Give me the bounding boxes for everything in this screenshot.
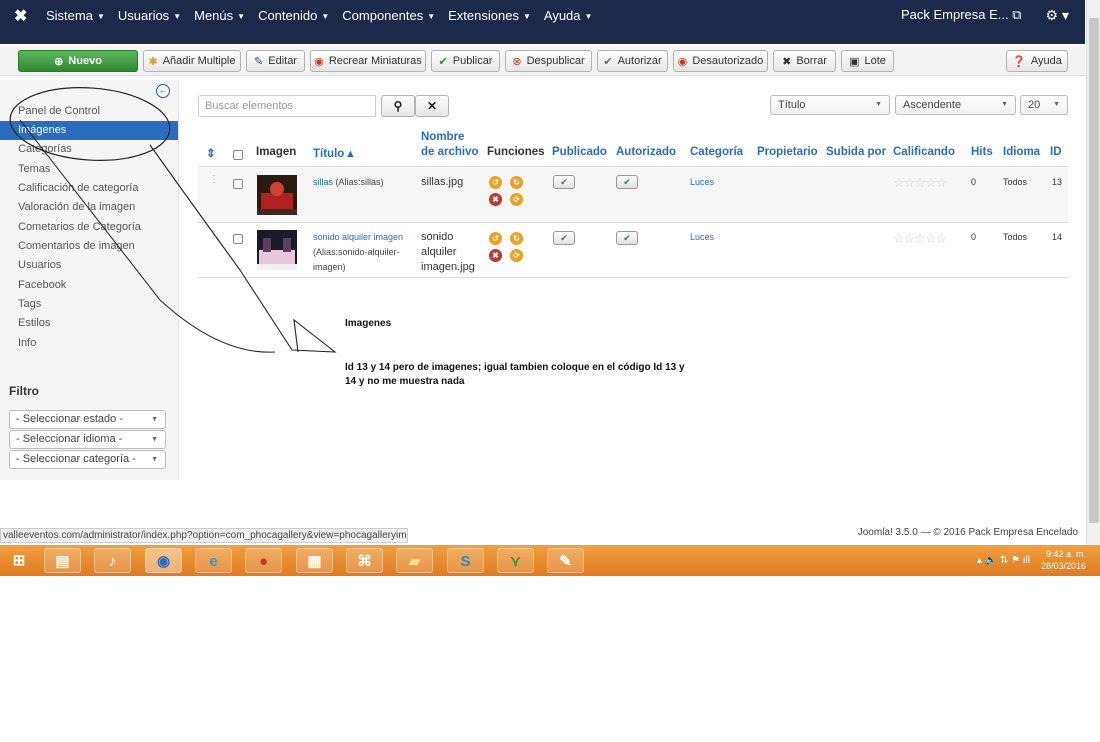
- file-explorer-icon[interactable]: ▤: [44, 548, 81, 573]
- start-button[interactable]: ⊞: [4, 548, 34, 573]
- internet-explorer-icon[interactable]: e: [195, 548, 232, 573]
- paint-icon[interactable]: ✎: [547, 548, 584, 573]
- annotation-title: Imagenes: [345, 318, 392, 329]
- page-scrollbar[interactable]: [1086, 0, 1100, 545]
- network-app-icon[interactable]: ⌘: [346, 548, 383, 573]
- browser-status-url: valleeventos.com/administrator/index.php…: [0, 528, 408, 543]
- system-clock[interactable]: 9:42 a. m. 28/03/2016: [1041, 548, 1086, 572]
- footer-copyright: Joomla! 3.5.0 — © 2016 Pack Empresa Ence…: [857, 527, 1078, 538]
- firefox-icon[interactable]: ●: [245, 548, 282, 573]
- folder-app-icon[interactable]: ▰: [396, 548, 433, 573]
- green-app-icon[interactable]: ⋎: [497, 548, 534, 573]
- clock-date: 28/03/2016: [1040, 561, 1086, 571]
- system-tray-icons[interactable]: ▴ 🔈 ⇅ ⚑ ıll: [977, 555, 1030, 566]
- windows-logo-icon: ⊞: [12, 552, 26, 569]
- annotation-line-1: Id 13 y 14 pero de imagenes; igual tambi…: [345, 362, 685, 373]
- windows-taskbar: ⊞ ▤ ♪ ◉ e ● ▦ ⌘ ▰ S ⋎ ✎ ▴ 🔈 ⇅ ⚑ ıll 9:42…: [0, 545, 1100, 576]
- music-player-icon[interactable]: ♪: [94, 548, 131, 573]
- chrome-icon[interactable]: ◉: [145, 548, 182, 573]
- scrollbar-thumb[interactable]: [1089, 18, 1099, 523]
- clock-time: 9:42 a. m.: [1045, 549, 1086, 559]
- skype-icon[interactable]: S: [447, 548, 484, 573]
- calculator-icon[interactable]: ▦: [296, 548, 333, 573]
- annotation-line-2: 14 y no me muestra nada: [345, 376, 465, 387]
